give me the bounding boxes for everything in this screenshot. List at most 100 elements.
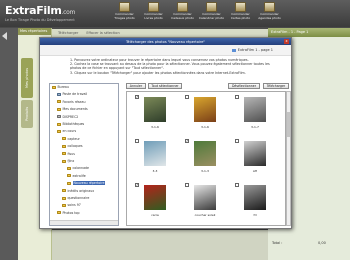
tree-item[interactable]: Poste de travail	[57, 92, 87, 96]
dialog-title: Télécharger des photos "Nouveau répertoi…	[126, 39, 205, 44]
select-all-button[interactable]: Tout sélectionner	[148, 83, 182, 89]
photo-item[interactable]: fd	[235, 183, 273, 223]
left-edge	[0, 28, 18, 260]
tree-item[interactable]: DISPREC2	[57, 115, 78, 119]
logo-suffix: .com	[61, 9, 76, 16]
folder-icon	[62, 137, 66, 141]
logo-text: ExtraFilm	[5, 4, 62, 17]
nav-label-line2: Cadeaux photo	[171, 15, 194, 20]
photo-checkbox[interactable]	[135, 139, 139, 143]
photo-item[interactable]: ✓ carre	[135, 183, 173, 223]
folder-icon	[62, 196, 66, 200]
tree-item-label: extralife	[72, 173, 86, 178]
tab-my-photos[interactable]: Mes photos	[21, 58, 33, 98]
tab-products[interactable]: Produits	[21, 100, 33, 128]
tree-item[interactable]: Mes documents	[57, 107, 88, 111]
dialog-title-bar[interactable]: Télécharger des photos "Nouveau répertoi…	[40, 38, 291, 45]
tree-item[interactable]: Favoris réseau	[57, 100, 86, 104]
folder-icon	[57, 107, 61, 111]
tree-item[interactable]: colloques	[62, 144, 83, 148]
nav-photo-agendas[interactable]: Commander Agendas photo	[255, 2, 284, 20]
photo-caption: 3-1-3	[201, 169, 209, 173]
tree-item[interactable]: capteur	[62, 137, 80, 141]
tree-item[interactable]: soins 97	[62, 203, 81, 207]
tree-item[interactable]: Bureau	[52, 85, 69, 89]
tree-item[interactable]: Nouveau répertoire	[67, 181, 106, 186]
photo-checkbox[interactable]	[185, 183, 189, 187]
tree-item-label: Bureau	[57, 85, 69, 89]
photo-thumbnail[interactable]	[194, 185, 216, 210]
tree-item[interactable]: en cours	[57, 129, 76, 133]
photo-checkbox[interactable]: ✓	[135, 95, 139, 99]
folder-icon	[62, 159, 66, 163]
photo-thumbnail[interactable]	[244, 185, 266, 210]
agenda-icon	[264, 2, 275, 12]
nav-label-line2: Cartes photo	[230, 15, 251, 20]
collapse-arrow-icon[interactable]	[2, 32, 7, 40]
tree-item-label: capteur	[67, 136, 80, 141]
photo-checkbox[interactable]	[235, 139, 239, 143]
tree-item[interactable]: fisus	[62, 152, 75, 156]
subbar-clear-selection[interactable]: Effacer la sélection	[86, 31, 119, 35]
photo-thumbnail[interactable]	[194, 97, 216, 122]
photo-item[interactable]: ✓ 3-1-6	[135, 95, 173, 135]
photo-item[interactable]: ✓ 3-1-3	[185, 139, 223, 179]
subbar-upload[interactable]: Télécharger	[58, 31, 78, 35]
tree-item[interactable]: colonnade	[67, 166, 89, 170]
photo-item[interactable]: 3-1-6	[185, 95, 223, 135]
close-icon[interactable]: x	[284, 39, 289, 44]
photo-item[interactable]: 3-3	[135, 139, 173, 179]
tree-item[interactable]: Bibliothèques	[57, 122, 84, 126]
nav-photo-calendar[interactable]: Commander Calendrier photo	[197, 2, 226, 20]
bottom-bar	[52, 230, 268, 260]
nav-label-line2: Calendrier photo	[198, 15, 225, 20]
upload-button[interactable]: Télécharger	[263, 83, 289, 89]
tree-item[interactable]: inédits originaux	[62, 189, 94, 193]
sidebar-header: Mes répertoires	[18, 28, 51, 35]
folder-icon	[62, 203, 66, 207]
photo-thumbnail[interactable]	[244, 141, 266, 166]
cancel-button[interactable]: Annuler	[126, 83, 146, 89]
photo-item[interactable]: AH	[235, 139, 273, 179]
nav-photo-prints[interactable]: Commander Tirages photo	[110, 2, 139, 20]
photo-checkbox[interactable]: ✓	[135, 183, 139, 187]
tree-item[interactable]: fjinx	[62, 159, 74, 163]
top-nav: Commander Tirages photo Commander Livres…	[110, 2, 284, 20]
tree-item-label: questionnaire	[67, 196, 90, 200]
tree-item-label: Favoris réseau	[62, 99, 86, 104]
photo-thumbnail[interactable]	[144, 141, 166, 166]
photo-checkbox[interactable]	[235, 95, 239, 99]
folder-icon	[52, 85, 56, 89]
photo-thumbnail[interactable]	[144, 185, 166, 210]
photo-checkbox[interactable]	[235, 183, 239, 187]
total-label: Total :	[272, 241, 283, 245]
right-panel-header: ExtraFilm - 1 - Page 1	[268, 28, 350, 37]
photo-thumbnail[interactable]	[144, 97, 166, 122]
folder-icon	[57, 129, 61, 133]
instruction-step: 3. Cliquez sur le bouton "Télécharger" p…	[70, 70, 246, 75]
tree-item-label: fjinx	[67, 159, 75, 163]
grid-vertical-scrollbar[interactable]	[286, 91, 291, 226]
photo-caption: coucher soleil	[194, 213, 216, 217]
photo-item[interactable]: 3-1-7	[235, 95, 273, 135]
calendar-icon	[206, 2, 217, 12]
photo-caption: 3-1-7	[251, 125, 259, 129]
tree-item[interactable]: extralife	[67, 174, 86, 178]
logo[interactable]: ExtraFilm.com	[5, 4, 75, 17]
nav-photo-gifts[interactable]: Commander Cadeaux photo	[168, 2, 197, 20]
nav-photo-cards[interactable]: Commander Cartes photo	[226, 2, 255, 20]
tree-item[interactable]: questionnaire	[62, 196, 89, 200]
photo-thumbnail[interactable]	[244, 97, 266, 122]
tree-horizontal-scrollbar[interactable]	[50, 220, 118, 225]
photo-checkbox[interactable]: ✓	[185, 139, 189, 143]
total-value: 0,00	[318, 241, 326, 245]
folder-tree[interactable]: Bureau Poste de travail Favoris réseau Mes …	[49, 83, 119, 226]
photo-checkbox[interactable]	[185, 95, 189, 99]
photo-thumbnail[interactable]	[194, 141, 216, 166]
scrollbar-thumb[interactable]	[287, 112, 290, 137]
photo-item[interactable]: coucher soleil	[185, 183, 223, 223]
photo-caption: 3-3	[152, 169, 158, 173]
nav-photo-books[interactable]: Commander Livres photo	[139, 2, 168, 20]
tree-item[interactable]: Photos top	[57, 211, 80, 215]
deselect-button[interactable]: Désélectionner	[228, 83, 260, 89]
